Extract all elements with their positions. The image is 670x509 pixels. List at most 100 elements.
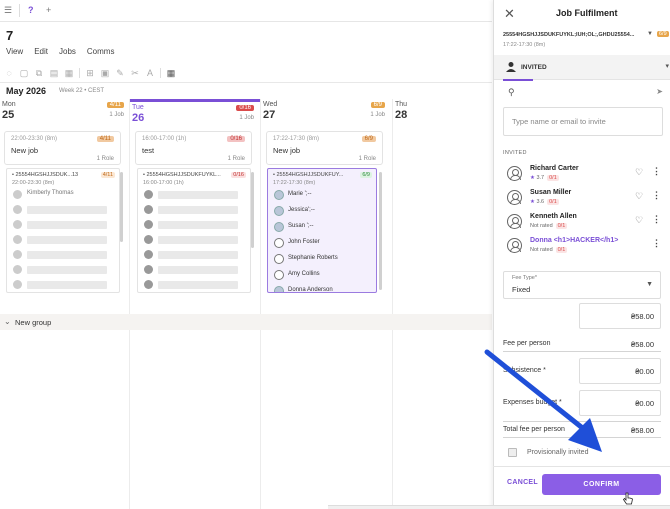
- add-doc-icon[interactable]: ▢: [19, 68, 29, 78]
- fee-amount-input[interactable]: ₴58.00: [579, 303, 661, 329]
- assigned-slot[interactable]: John Foster: [274, 238, 374, 250]
- empty-slot[interactable]: [144, 264, 244, 276]
- menu-icon[interactable]: ☰: [4, 5, 12, 16]
- chevron-down-icon[interactable]: ⌄: [4, 317, 11, 326]
- empty-slot[interactable]: [13, 279, 113, 291]
- empty-slot[interactable]: [13, 264, 113, 276]
- more-icon[interactable]: ⋮: [652, 166, 661, 177]
- placeholder-bar: [158, 206, 238, 214]
- invitee-meta: Not rated 0/1: [530, 247, 568, 253]
- day-header-mon[interactable]: Mon 25 4/11 1 Job: [0, 99, 130, 127]
- help-icon[interactable]: ?: [28, 5, 34, 15]
- heart-icon[interactable]: ♡: [635, 215, 643, 226]
- paste-icon[interactable]: ▣: [100, 68, 110, 78]
- assigned-slot[interactable]: Marie ';--: [274, 190, 374, 202]
- confirm-button[interactable]: CONFIRM: [542, 474, 661, 495]
- assigned-name: Amy Collins: [288, 271, 320, 277]
- day-header-tue[interactable]: Tue 26 0/16 1 Job: [130, 99, 260, 127]
- job-card[interactable]: 16:00-17:00 (1h) 0/16 test 1 Role: [135, 131, 252, 165]
- invited-row[interactable]: Richard Carter ★ 3.7 0/1 ♡ ⋮: [494, 163, 670, 187]
- day-date: 27: [263, 109, 276, 121]
- assigned-slot[interactable]: Susan ';--: [274, 222, 374, 234]
- status-tab-selector[interactable]: INVITED ▾: [494, 55, 670, 80]
- fee-type-select[interactable]: Fee Type* Fixed ▼: [503, 271, 661, 299]
- invited-heading: INVITED: [503, 150, 527, 156]
- delete-icon[interactable]: ▤: [49, 68, 59, 78]
- shift-title: • 25554HGSHJJSDUKFUYKL...: [143, 172, 221, 178]
- scrollbar[interactable]: [251, 172, 254, 248]
- cut-icon[interactable]: ✂: [130, 68, 140, 78]
- bulb-icon[interactable]: ◌: [4, 68, 14, 78]
- edit-icon[interactable]: ✎: [115, 68, 125, 78]
- empty-slot[interactable]: [13, 219, 113, 231]
- assigned-slot[interactable]: Amy Collins: [274, 270, 374, 282]
- assigned-slot[interactable]: Donna Anderson: [274, 286, 374, 292]
- person-icon: [144, 265, 153, 274]
- assigned-slot[interactable]: Jessica';--: [274, 206, 374, 218]
- menu-view[interactable]: View: [6, 47, 23, 56]
- total-fee-value: ₴58.00: [631, 426, 654, 435]
- add-tab-icon[interactable]: +: [46, 5, 51, 15]
- grid-icon[interactable]: ⊞: [85, 68, 95, 78]
- more-icon[interactable]: ⋮: [652, 238, 661, 249]
- invited-row[interactable]: Kenneth Allen Not rated 0/1 ♡ ⋮: [494, 211, 670, 235]
- empty-slot[interactable]: [13, 249, 113, 261]
- archive-icon[interactable]: ▦: [64, 68, 74, 78]
- avatar: [507, 214, 522, 229]
- provisional-checkbox[interactable]: [508, 448, 517, 457]
- scrollbar[interactable]: [379, 172, 382, 290]
- day-header-wed[interactable]: Wed 27 6/9 1 Job: [261, 99, 391, 127]
- scrollbar[interactable]: [120, 172, 123, 242]
- copy-icon[interactable]: ⧉: [34, 68, 44, 78]
- search-icon[interactable]: ⚲: [508, 87, 515, 98]
- shift-card[interactable]: • 25554HGSHJJSDUK...13 4/11 22:00-23:30 …: [6, 168, 120, 293]
- fee-per-person-label: Fee per person: [503, 340, 551, 347]
- empty-slot[interactable]: [144, 249, 244, 261]
- heart-icon[interactable]: ♡: [635, 191, 643, 202]
- invited-row[interactable]: Susan Miller ★ 3.6 0/1 ♡ ⋮: [494, 187, 670, 211]
- top-bar: ☰ ? +: [0, 0, 492, 22]
- menu-jobs[interactable]: Jobs: [59, 47, 76, 56]
- avatar: [274, 238, 284, 248]
- shift-time: 22:00-23:30 (8m): [12, 180, 55, 186]
- invitee-meta: ★ 3.6 0/1: [530, 199, 559, 205]
- empty-slot[interactable]: [144, 234, 244, 246]
- more-icon[interactable]: ⋮: [652, 190, 661, 201]
- expenses-input[interactable]: ₴0.00: [579, 390, 661, 416]
- assigned-name: Marie ';--: [288, 191, 312, 197]
- empty-slot[interactable]: [144, 204, 244, 216]
- menu-edit[interactable]: Edit: [34, 47, 48, 56]
- heart-icon[interactable]: ♡: [635, 167, 643, 178]
- group-row[interactable]: ⌄ New group: [0, 314, 492, 330]
- empty-slot[interactable]: [144, 219, 244, 231]
- send-icon[interactable]: ➤: [656, 87, 663, 96]
- subsistence-input[interactable]: ₴0.00: [579, 358, 661, 384]
- shift-card-selected[interactable]: • 25554HGSHJJSDUKFUY... 6/9 17:22-17:30 …: [267, 168, 377, 293]
- job-card[interactable]: 22:00-23:30 (8m) 4/11 New job 1 Role: [4, 131, 121, 165]
- shift-time: 17:22-17:30 (8m): [273, 180, 316, 186]
- close-icon[interactable]: ✕: [504, 6, 515, 22]
- person-icon: [13, 190, 22, 199]
- assigned-name: John Foster: [288, 239, 320, 245]
- shift-card[interactable]: • 25554HGSHJJSDUKFUYKL... 0/16 16:00-17:…: [137, 168, 251, 293]
- empty-slot[interactable]: [13, 234, 113, 246]
- job-card[interactable]: 17:22-17:30 (8m) 6/9 New job 1 Role: [266, 131, 383, 165]
- invite-search-input[interactable]: [503, 107, 663, 136]
- empty-slot[interactable]: [144, 279, 244, 291]
- empty-slot[interactable]: [144, 189, 244, 201]
- day-header-thu[interactable]: Thu 28: [393, 99, 492, 127]
- chevron-down-icon[interactable]: ▼: [647, 31, 653, 37]
- calendar-icon[interactable]: ▦: [166, 68, 176, 78]
- more-icon[interactable]: ⋮: [652, 214, 661, 225]
- star-icon: ★: [530, 199, 535, 205]
- assigned-slot[interactable]: Stephanie Roberts: [274, 254, 374, 266]
- rating: 3.6: [536, 199, 545, 205]
- empty-slot[interactable]: [13, 204, 113, 216]
- fee-type-label: Fee Type*: [512, 275, 537, 281]
- menu-comms[interactable]: Comms: [87, 47, 115, 56]
- text-icon[interactable]: A: [145, 68, 155, 78]
- invited-row[interactable]: Donna <h1>HACKER</h1> Not rated 0/1 ⋮: [494, 235, 670, 259]
- column-divider: [129, 99, 130, 509]
- assigned-slot[interactable]: Kimberly Thomas: [13, 189, 113, 201]
- cancel-button[interactable]: CANCEL: [507, 479, 538, 486]
